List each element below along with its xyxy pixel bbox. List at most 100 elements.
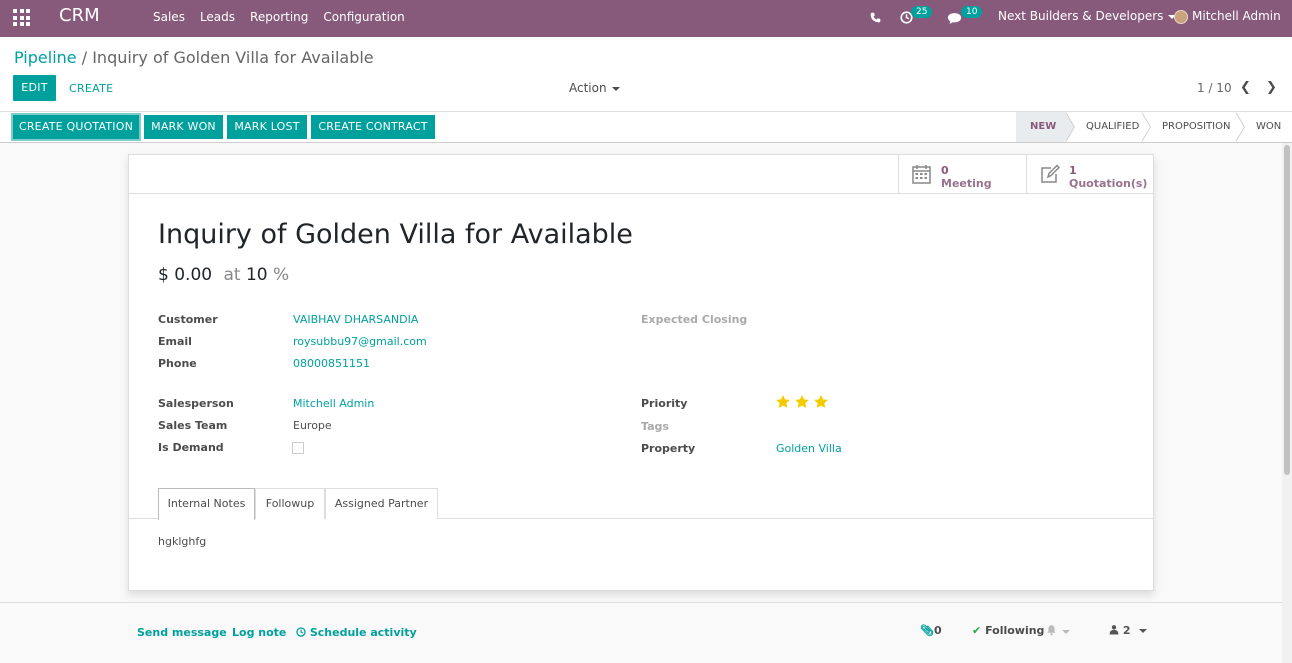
attachment-count: 0	[933, 624, 942, 637]
menu-configuration[interactable]: Configuration	[323, 10, 404, 24]
scrollbar-thumb[interactable]	[1284, 145, 1290, 475]
stage-new-label: NEW	[1030, 121, 1057, 132]
send-message-button[interactable]: Send message	[137, 626, 227, 639]
probability[interactable]: 10	[246, 265, 268, 285]
bell-icon	[1047, 625, 1056, 636]
menu-leads[interactable]: Leads	[200, 10, 235, 24]
email-value[interactable]: roysubbu97@gmail.com	[293, 335, 427, 348]
stage-proposition[interactable]: PROPOSITION	[1142, 112, 1245, 142]
meeting-count: 0	[941, 164, 949, 177]
chevron-down-icon	[1138, 629, 1147, 633]
notifications-dropdown[interactable]	[1046, 624, 1070, 638]
menu-sales[interactable]: Sales	[153, 10, 185, 24]
chatter: Send message Log note Schedule activity …	[0, 602, 1292, 663]
salesperson-value[interactable]: Mitchell Admin	[293, 397, 374, 410]
scrollbar[interactable]	[1282, 143, 1292, 663]
meeting-label: Meeting	[941, 177, 992, 190]
stage-pipeline: NEW QUALIFIED PROPOSITION WON	[1016, 112, 1292, 142]
calendar-icon	[912, 165, 931, 184]
main-menu: Sales Leads Reporting Configuration	[153, 10, 420, 24]
chevron-down-icon	[611, 86, 620, 91]
user-icon	[1109, 625, 1119, 635]
create-quotation-button[interactable]: CREATE QUOTATION	[11, 113, 141, 141]
quotation-count: 1	[1069, 164, 1077, 177]
phone-icon[interactable]	[870, 0, 881, 37]
quotations-smart-button[interactable]: 1 Quotation(s)	[1026, 155, 1154, 194]
activity-count-badge: 25	[911, 6, 933, 18]
tab-assigned-partner[interactable]: Assigned Partner	[325, 488, 438, 519]
log-note-button[interactable]: Log note	[232, 626, 286, 639]
revenue-line: $ 0.00 at 10 %	[158, 265, 289, 285]
record-title[interactable]: Inquiry of Golden Villa for Available	[158, 219, 633, 250]
stage-qualified-label: QUALIFIED	[1086, 121, 1140, 132]
message-count-badge: 10	[961, 6, 983, 18]
internal-notes-text[interactable]: hgklghfg	[158, 535, 206, 548]
star-icon[interactable]	[775, 394, 791, 410]
quotation-label: Quotation(s)	[1069, 177, 1148, 190]
action-dropdown[interactable]: Action	[569, 81, 620, 95]
phone-value[interactable]: 08000851151	[293, 357, 370, 370]
schedule-activity-button[interactable]: Schedule activity	[296, 626, 417, 639]
messaging-button[interactable]: 10	[947, 0, 983, 37]
check-icon: ✔	[972, 624, 982, 637]
stage-new[interactable]: NEW	[1016, 112, 1075, 142]
paperclip-icon: 📎︎	[920, 624, 934, 637]
app-name: CRM	[59, 5, 100, 26]
edit-icon	[1041, 164, 1060, 183]
following-label: Following	[985, 624, 1045, 637]
followers-button[interactable]: 2	[1109, 624, 1147, 637]
user-menu[interactable]: Mitchell Admin	[1174, 0, 1292, 51]
email-label: Email	[158, 335, 192, 348]
sales-team-label: Sales Team	[158, 419, 228, 432]
create-button[interactable]: CREATE	[69, 82, 113, 95]
expected-revenue[interactable]: $ 0.00	[158, 265, 212, 285]
priority-stars[interactable]	[775, 394, 829, 410]
sales-team-value[interactable]: Europe	[293, 419, 332, 432]
edit-button[interactable]: EDIT	[13, 75, 56, 101]
action-label: Action	[569, 81, 607, 95]
notebook-tabs: Internal Notes Followup Assigned Partner	[129, 488, 1153, 520]
stage-won-label: WON	[1256, 121, 1282, 132]
star-icon[interactable]	[813, 394, 829, 410]
following-button[interactable]: ✔ Following	[972, 624, 1044, 637]
is-demand-checkbox[interactable]	[292, 442, 304, 454]
statusbar: CREATE QUOTATION MARK WON MARK LOST CREA…	[0, 112, 1292, 143]
pager-previous-icon[interactable]: ❮	[1240, 80, 1251, 95]
priority-label: Priority	[641, 397, 688, 410]
star-icon[interactable]	[794, 394, 810, 410]
chat-icon	[947, 13, 962, 24]
avatar	[1174, 9, 1188, 24]
salesperson-label: Salesperson	[158, 397, 234, 410]
pager-next-icon[interactable]: ❯	[1266, 80, 1277, 95]
follower-count: 2	[1122, 624, 1131, 637]
customer-label: Customer	[158, 313, 218, 326]
company-switcher[interactable]: Next Builders & Developers	[998, 0, 1177, 37]
attachments-button[interactable]: 📎︎0	[920, 624, 942, 637]
company-name: Next Builders & Developers	[998, 9, 1164, 23]
tags-label: Tags	[641, 420, 669, 433]
menu-reporting[interactable]: Reporting	[250, 10, 308, 24]
percent-sign: %	[273, 265, 290, 285]
create-contract-button[interactable]: CREATE CONTRACT	[311, 115, 435, 139]
control-panel: Pipeline / Inquiry of Golden Villa for A…	[0, 37, 1292, 112]
user-name: Mitchell Admin	[1192, 9, 1281, 23]
top-navbar: CRM Sales Leads Reporting Configuration …	[0, 0, 1292, 51]
form-sheet: 0 Meeting 1 Quotation(s) Inquiry of Gold…	[128, 154, 1154, 591]
at-label: at	[223, 265, 241, 285]
activity-button[interactable]: 25	[900, 0, 933, 37]
clock-icon	[296, 627, 306, 637]
property-value[interactable]: Golden Villa	[776, 442, 842, 455]
smart-button-box: 0 Meeting 1 Quotation(s)	[129, 155, 1153, 194]
mark-lost-button[interactable]: MARK LOST	[227, 115, 307, 139]
apps-menu-icon[interactable]	[13, 9, 30, 26]
mark-won-button[interactable]: MARK WON	[144, 115, 223, 139]
breadcrumb-pipeline[interactable]: Pipeline	[14, 48, 77, 67]
meeting-smart-button[interactable]: 0 Meeting	[898, 155, 1026, 194]
customer-value[interactable]: VAIBHAV DHARSANDIA	[293, 313, 418, 326]
stage-qualified[interactable]: QUALIFIED	[1066, 112, 1151, 142]
breadcrumb-current: Inquiry of Golden Villa for Available	[92, 48, 374, 67]
tab-internal-notes[interactable]: Internal Notes	[158, 488, 255, 520]
pager-value[interactable]: 1 / 10	[1197, 81, 1232, 95]
expected-closing-label: Expected Closing	[641, 313, 748, 326]
tab-followup[interactable]: Followup	[255, 488, 325, 519]
